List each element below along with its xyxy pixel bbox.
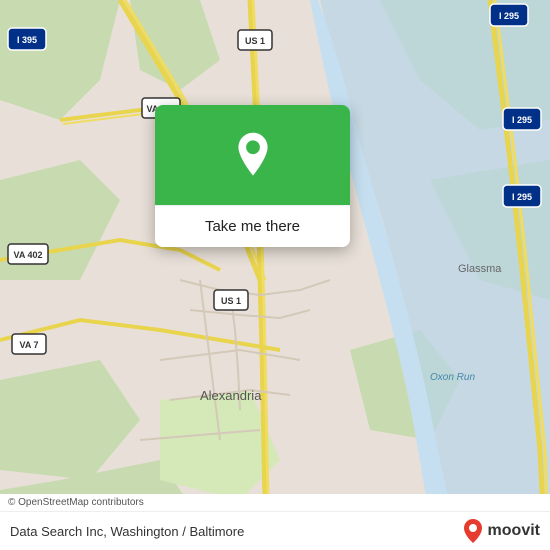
svg-text:I 295: I 295	[512, 115, 532, 125]
attribution-row: © OpenStreetMap contributors	[0, 494, 550, 512]
svg-text:I 295: I 295	[499, 11, 519, 21]
moovit-pin-icon	[462, 518, 484, 544]
svg-text:I 395: I 395	[17, 35, 37, 45]
popup-green-background	[155, 105, 350, 205]
svg-text:I 295: I 295	[512, 192, 532, 202]
svg-text:Oxon Run: Oxon Run	[430, 372, 475, 383]
svg-text:US 1: US 1	[221, 296, 241, 306]
svg-text:VA 402: VA 402	[13, 250, 42, 260]
svg-text:Glassma: Glassma	[458, 263, 502, 275]
svg-text:Alexandria: Alexandria	[200, 388, 262, 403]
map-background: Glassma Oxon Run Alexandria I 395 US 1 U…	[0, 0, 550, 550]
take-me-there-button[interactable]: Take me there	[155, 205, 350, 247]
location-pin-icon	[229, 131, 277, 179]
popup-card: Take me there	[155, 105, 350, 247]
info-row: Data Search Inc, Washington / Baltimore …	[0, 512, 550, 550]
moovit-logo: moovit	[462, 518, 540, 544]
svg-text:VA 7: VA 7	[19, 340, 38, 350]
svg-text:US 1: US 1	[245, 36, 265, 46]
map-container: Glassma Oxon Run Alexandria I 395 US 1 U…	[0, 0, 550, 550]
attribution-text: © OpenStreetMap contributors	[8, 497, 144, 508]
moovit-wordmark: moovit	[488, 522, 540, 540]
location-label: Data Search Inc, Washington / Baltimore	[10, 524, 244, 539]
bottom-bar: © OpenStreetMap contributors Data Search…	[0, 494, 550, 550]
